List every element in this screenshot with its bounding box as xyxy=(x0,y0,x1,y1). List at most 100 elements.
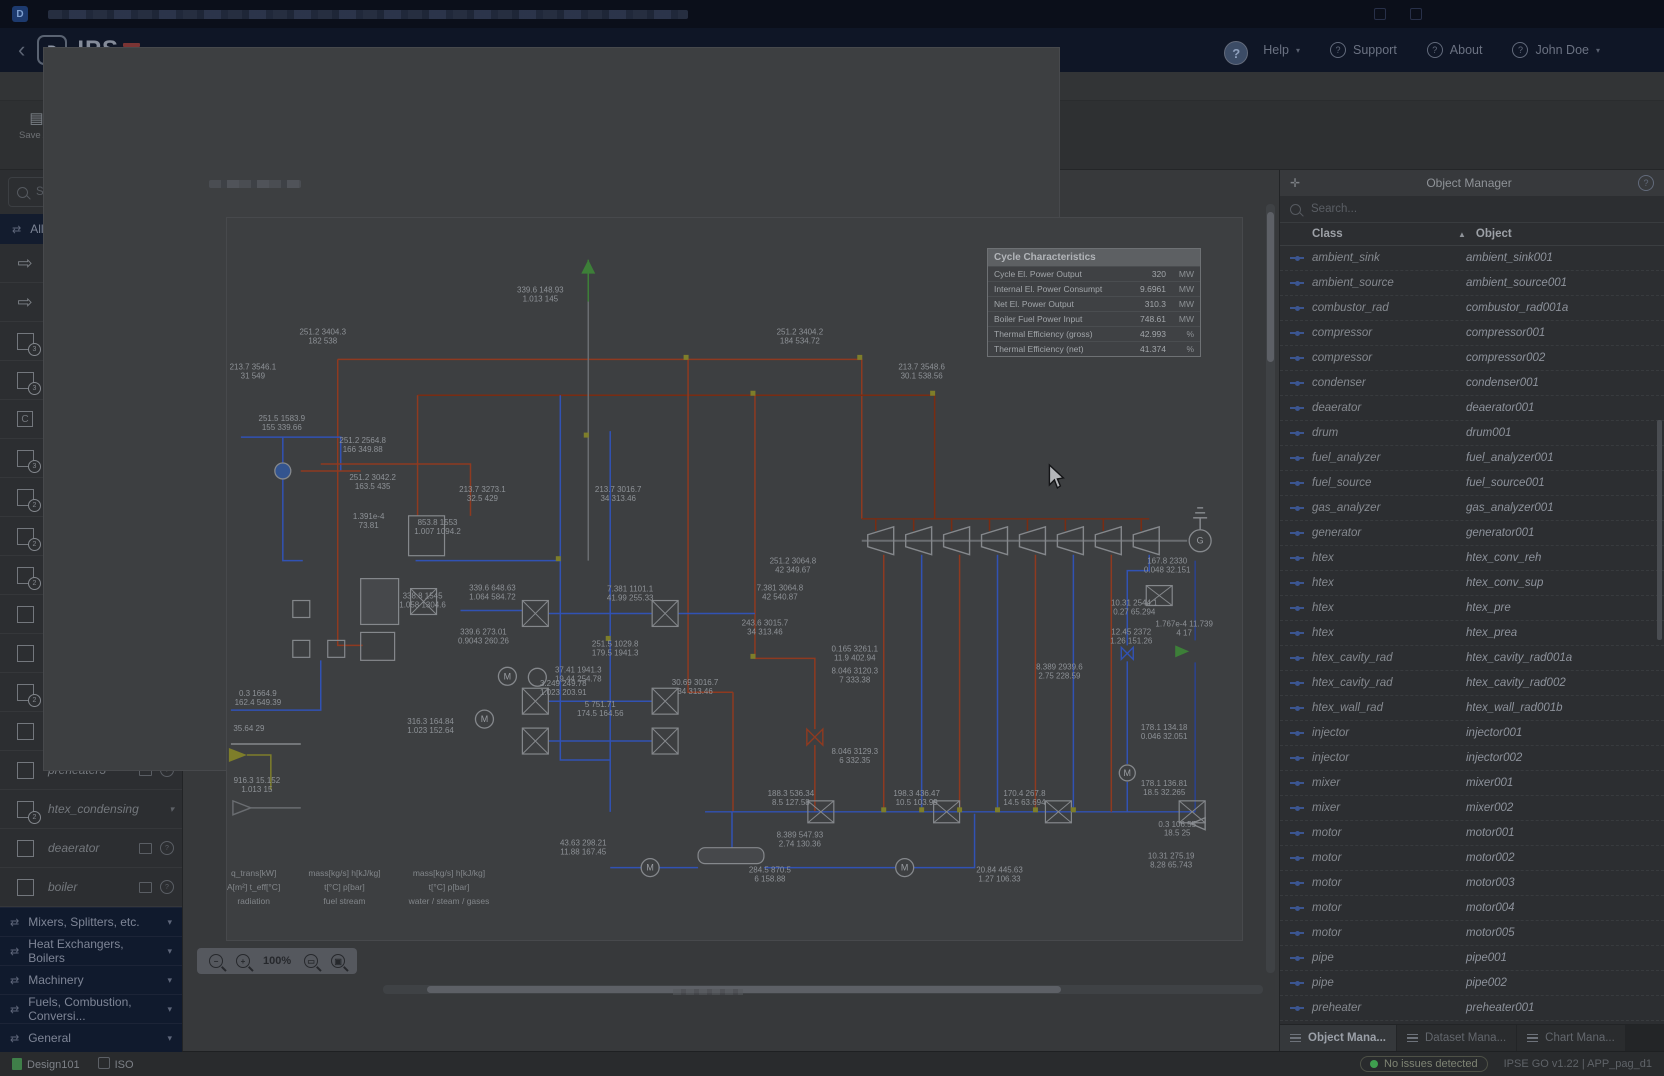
object-row[interactable]: motor motor003 xyxy=(1280,871,1664,896)
cycle-row-label: Thermal Efficiency (gross) xyxy=(994,329,1122,339)
flowsheet-canvas[interactable]: MMMMMG339.6 148.931.013 145251.2 3404.31… xyxy=(183,170,1279,1051)
canvas-topbar xyxy=(183,170,1279,198)
object-row[interactable]: compressor compressor001 xyxy=(1280,321,1664,346)
svg-text:3.249 249.781.023 203.91: 3.249 249.781.023 203.91 xyxy=(540,679,587,697)
object-row[interactable]: fuel_source fuel_source001 xyxy=(1280,471,1664,496)
nav-item-label: About xyxy=(1450,43,1483,57)
details-icon[interactable] xyxy=(139,843,152,854)
object-row[interactable]: drum drum001 xyxy=(1280,421,1664,446)
object-manager-header: ✛ Object Manager ? xyxy=(1280,170,1664,196)
header-nav-item[interactable]: ? Support xyxy=(1330,42,1397,58)
header-nav-item[interactable]: ? Help ▾ xyxy=(1216,35,1300,65)
palette-category[interactable]: ⇄ General ▾ xyxy=(0,1023,182,1052)
object-manager-action-icon[interactable] xyxy=(1536,202,1550,216)
palette-category[interactable]: ⇄ Heat Exchangers, Boilers ▾ xyxy=(0,936,182,965)
browser-control-icon[interactable] xyxy=(1410,8,1422,20)
object-row[interactable]: mixer mixer002 xyxy=(1280,796,1664,821)
zoom-button[interactable]: ▭ xyxy=(304,954,318,968)
object-name: condenser001 xyxy=(1466,377,1654,389)
palette-item[interactable]: 2 htex_condensing ▾ ? xyxy=(0,790,182,829)
object-link-icon xyxy=(1290,626,1304,640)
canvas-hscrollbar[interactable] xyxy=(383,985,1263,994)
object-search-input[interactable] xyxy=(1309,202,1528,216)
object-row[interactable]: gas_analyzer gas_analyzer001 xyxy=(1280,496,1664,521)
canvas-vscrollbar[interactable] xyxy=(1266,204,1275,973)
header-nav-item[interactable]: ? About xyxy=(1427,42,1483,58)
panel-tab[interactable]: Dataset Mana... xyxy=(1397,1025,1516,1051)
object-list-scrollbar[interactable] xyxy=(1657,420,1662,640)
browser-control-icon[interactable] xyxy=(1374,8,1386,20)
panel-tab-label: Dataset Mana... xyxy=(1425,1032,1506,1044)
object-row[interactable]: mixer mixer001 xyxy=(1280,771,1664,796)
panel-tab[interactable]: Object Mana... xyxy=(1280,1025,1396,1051)
object-row[interactable]: htex_wall_rad htex_wall_rad001b xyxy=(1280,696,1664,721)
object-row[interactable]: motor motor004 xyxy=(1280,896,1664,921)
zoom-button[interactable]: − xyxy=(209,954,223,968)
panel-help-icon[interactable]: ? xyxy=(1638,175,1654,191)
address-bar-redacted[interactable] xyxy=(48,10,688,19)
object-row[interactable]: fuel_analyzer fuel_analyzer001 xyxy=(1280,446,1664,471)
object-row[interactable]: injector injector001 xyxy=(1280,721,1664,746)
object-link-icon xyxy=(1290,376,1304,390)
object-manager-action-icon[interactable] xyxy=(1640,202,1654,216)
back-button[interactable]: ‹ xyxy=(18,39,25,61)
object-manager-action-icon[interactable] xyxy=(1562,202,1576,216)
object-row[interactable]: motor motor005 xyxy=(1280,921,1664,946)
zoom-button[interactable]: ▣ xyxy=(331,954,345,968)
object-row[interactable]: motor motor002 xyxy=(1280,846,1664,871)
hscroll-thumb[interactable] xyxy=(427,986,1061,993)
object-row[interactable]: ambient_sink ambient_sink001 xyxy=(1280,246,1664,271)
pin-icon[interactable]: ✛ xyxy=(1290,176,1300,190)
object-table-header[interactable]: Class ▲ Object xyxy=(1280,223,1664,246)
object-row[interactable]: generator generator001 xyxy=(1280,521,1664,546)
vscroll-thumb[interactable] xyxy=(1267,212,1274,362)
units-indicator[interactable]: ISO xyxy=(98,1057,134,1071)
object-row[interactable]: injector injector002 xyxy=(1280,746,1664,771)
object-row[interactable]: pipe pipe002 xyxy=(1280,971,1664,996)
panel-tab[interactable]: Chart Mana... xyxy=(1517,1025,1625,1051)
object-row[interactable]: preheater preheater001 xyxy=(1280,996,1664,1021)
object-row[interactable]: ambient_source ambient_source001 xyxy=(1280,271,1664,296)
column-object[interactable]: Object xyxy=(1476,228,1512,240)
object-row[interactable]: condenser condenser001 xyxy=(1280,371,1664,396)
object-row[interactable]: htex htex_conv_reh xyxy=(1280,546,1664,571)
cycle-characteristics-table[interactable]: Cycle Characteristics Cycle El. Power Ou… xyxy=(987,248,1201,357)
object-row[interactable]: compressor compressor002 xyxy=(1280,346,1664,371)
object-row[interactable]: motor motor001 xyxy=(1280,821,1664,846)
browser-controls[interactable] xyxy=(1374,8,1422,20)
svg-text:M: M xyxy=(504,671,511,681)
zoom-button[interactable]: + xyxy=(236,954,250,968)
object-class: preheater xyxy=(1312,1002,1458,1014)
component-icon: 3 xyxy=(12,447,38,469)
palette-category[interactable]: ⇄ Machinery ▾ xyxy=(0,965,182,994)
variant-count-badge: 2 xyxy=(28,811,41,824)
chevron-down-icon: ▾ xyxy=(167,975,172,986)
object-row[interactable]: htex htex_conv_sup xyxy=(1280,571,1664,596)
object-row[interactable]: deaerator deaerator001 xyxy=(1280,396,1664,421)
header-nav-item[interactable]: ? John Doe ▾ xyxy=(1512,42,1600,58)
help-icon[interactable]: ? xyxy=(160,880,174,894)
palette-item[interactable]: boiler ▾ ? xyxy=(0,868,182,907)
object-row[interactable]: combustor_rad combustor_rad001a xyxy=(1280,296,1664,321)
column-class[interactable]: Class xyxy=(1312,228,1458,240)
object-row[interactable]: htex htex_prea xyxy=(1280,621,1664,646)
object-row[interactable]: htex_cavity_rad htex_cavity_rad002 xyxy=(1280,671,1664,696)
palette-item-label: deaerator xyxy=(48,841,99,855)
project-indicator[interactable]: Design101 xyxy=(12,1058,80,1071)
chevron-down-icon[interactable]: ▾ xyxy=(169,804,174,815)
details-icon[interactable] xyxy=(139,882,152,893)
help-icon[interactable]: ? xyxy=(160,841,174,855)
object-manager-action-icon[interactable] xyxy=(1588,202,1602,216)
toolbar-button[interactable]: Setup Page xyxy=(629,105,689,153)
palette-item[interactable]: deaerator ▾ ? xyxy=(0,829,182,868)
svg-text:339.6 148.931.013 145: 339.6 148.931.013 145 xyxy=(517,286,564,304)
svg-text:8.046 3120.37 333.38: 8.046 3120.37 333.38 xyxy=(831,666,878,684)
object-row[interactable]: htex htex_pre xyxy=(1280,596,1664,621)
category-label: Mixers, Splitters, etc. xyxy=(28,915,139,929)
palette-category[interactable]: ⇄ Fuels, Combustion, Conversi... ▾ xyxy=(0,994,182,1023)
component-icon xyxy=(12,759,38,781)
object-manager-action-icon[interactable] xyxy=(1614,202,1628,216)
palette-category[interactable]: ⇄ Mixers, Splitters, etc. ▾ xyxy=(0,907,182,936)
object-row[interactable]: htex_cavity_rad htex_cavity_rad001a xyxy=(1280,646,1664,671)
object-row[interactable]: pipe pipe001 xyxy=(1280,946,1664,971)
